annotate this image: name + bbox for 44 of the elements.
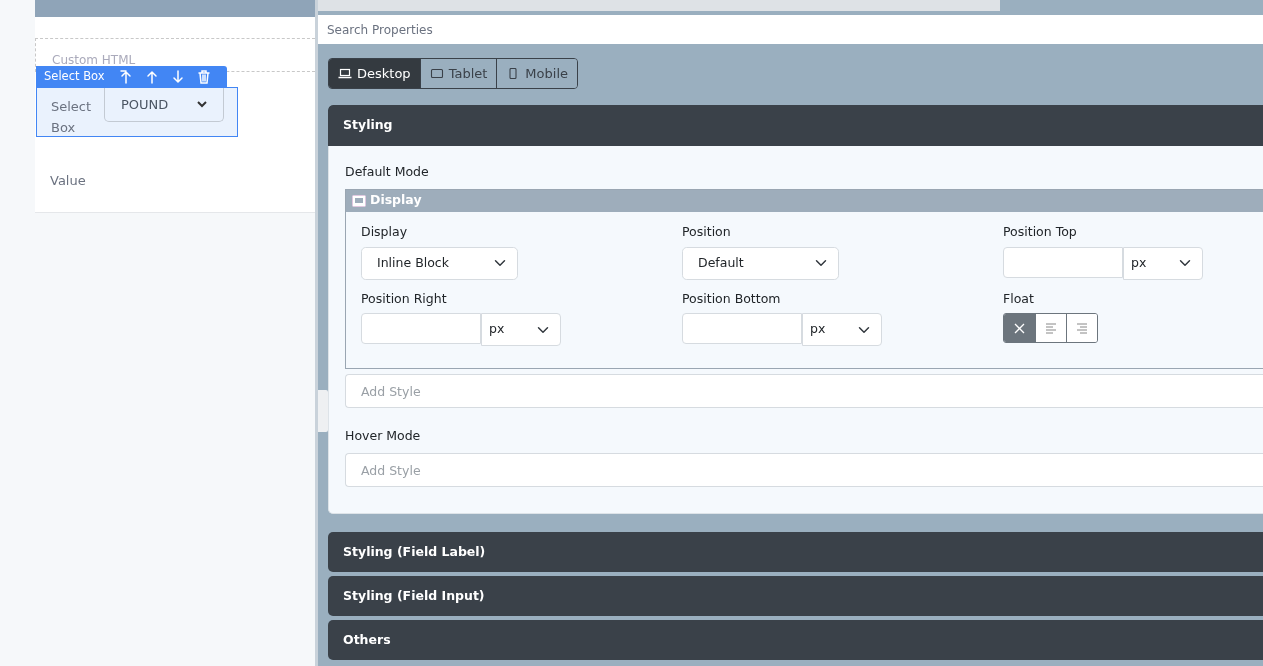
section-header[interactable]: Styling (Field Label): [328, 532, 1263, 572]
close-icon: [1014, 322, 1025, 334]
device-tab[interactable]: Desktop: [329, 59, 420, 88]
unit-select[interactable]: px: [802, 313, 882, 347]
select-field[interactable]: Default: [682, 246, 839, 280]
field-label: Position Right: [361, 289, 448, 308]
float-none-button[interactable]: [1004, 314, 1035, 343]
add-style-field[interactable]: Add Style: [345, 374, 1263, 409]
field-label: Display: [361, 222, 409, 241]
chevron-down-icon: [197, 101, 207, 108]
number-field[interactable]: [682, 313, 802, 345]
unit-select[interactable]: px: [481, 313, 561, 347]
group-title: Display: [370, 191, 422, 210]
field-label: Position Top: [1003, 222, 1078, 241]
arrow-down-icon[interactable]: [171, 70, 184, 84]
align-right-icon: [1076, 322, 1088, 334]
section-header[interactable]: Styling (Field Input): [328, 576, 1263, 616]
laptop-icon: [338, 68, 352, 79]
field-label: Position: [682, 222, 732, 241]
move-top-icon[interactable]: [119, 70, 132, 84]
add-style-field[interactable]: Add Style: [345, 453, 1263, 487]
mode-label: Default Mode: [345, 163, 430, 181]
select-field[interactable]: Inline Block: [361, 246, 518, 280]
mode-label: Hover Mode: [345, 427, 422, 446]
value-label: Value: [50, 172, 86, 190]
select-field[interactable]: POUND: [104, 88, 224, 122]
float-right-button[interactable]: [1066, 314, 1097, 343]
device-tab[interactable]: Mobile: [496, 59, 577, 88]
number-field[interactable]: [361, 313, 481, 345]
unit-select[interactable]: px: [1123, 246, 1203, 280]
search-field[interactable]: Search Properties: [318, 15, 1263, 44]
arrow-up-icon[interactable]: [145, 70, 158, 84]
trash-icon[interactable]: [197, 70, 210, 84]
resize-handle[interactable]: [318, 390, 328, 432]
field-label: Select Box: [51, 98, 93, 136]
tablet-icon: [429, 68, 444, 79]
section-header[interactable]: Others: [328, 620, 1263, 660]
window-icon: [352, 194, 366, 207]
field-label: Float: [1003, 289, 1035, 308]
float-left-button[interactable]: [1035, 314, 1066, 343]
field-label: Position Bottom: [682, 289, 782, 308]
align-left-icon: [1045, 322, 1057, 334]
number-field[interactable]: [1003, 246, 1123, 278]
section-header[interactable]: Styling: [328, 105, 1263, 146]
